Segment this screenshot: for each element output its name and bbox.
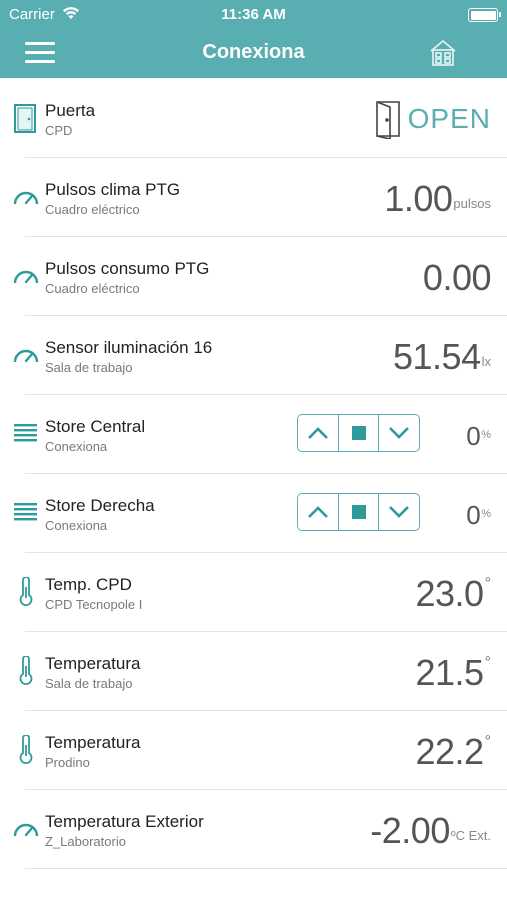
gauge-icon <box>13 261 39 291</box>
item-value: 0 <box>466 421 481 451</box>
blinds-icon <box>13 498 39 528</box>
list-item-pulsos-clima[interactable]: Pulsos clima PTG Cuadro eléctrico 1.00 pu… <box>0 158 507 237</box>
list-item-store-central[interactable]: Store Central Conexiona 0% <box>0 395 507 474</box>
item-subtitle: Sala de trabajo <box>45 360 133 375</box>
list-item-temp-cpd[interactable]: Temp. CPD CPD Tecnopole I 23.0 ° <box>0 553 507 632</box>
item-unit: ºC Ext. <box>450 828 491 843</box>
item-subtitle: CPD Tecnopole I <box>45 597 143 612</box>
item-unit: lx <box>481 354 491 369</box>
list-item-temperatura-exterior[interactable]: Temperatura Exterior Z_Laboratorio -2.00… <box>0 790 507 869</box>
item-title: Puerta <box>45 101 96 120</box>
gauge-icon <box>13 340 39 370</box>
item-unit: % <box>481 429 491 441</box>
item-subtitle: CPD <box>45 123 73 138</box>
blind-up-button[interactable] <box>298 494 338 530</box>
item-value: 0 <box>466 500 481 530</box>
item-subtitle: Prodino <box>45 755 90 770</box>
item-value: 51.54 <box>393 336 481 377</box>
thermometer-icon <box>13 655 39 686</box>
stop-icon <box>351 426 366 440</box>
item-subtitle: Cuadro eléctrico <box>45 281 140 296</box>
item-unit: ° <box>484 654 491 671</box>
list-item-temperatura-sala[interactable]: Temperatura Sala de trabajo 21.5 ° <box>0 632 507 711</box>
item-title: Pulsos consumo PTG <box>45 259 210 278</box>
blind-control <box>297 493 420 531</box>
item-title: Temperatura <box>45 733 141 752</box>
battery-icon <box>468 8 501 22</box>
stop-icon <box>351 505 366 519</box>
item-value: 1.00 <box>384 178 453 219</box>
item-title: Temp. CPD <box>45 575 132 594</box>
item-subtitle: Z_Laboratorio <box>45 834 126 849</box>
status-bar: Carrier 11:36 AM <box>0 0 507 30</box>
door-state: OPEN <box>407 103 491 134</box>
blind-down-button[interactable] <box>378 415 419 451</box>
list-item-store-derecha[interactable]: Store Derecha Conexiona 0% <box>0 474 507 553</box>
blind-up-button[interactable] <box>298 415 338 451</box>
item-unit: ° <box>484 733 491 750</box>
item-title: Pulsos clima PTG <box>45 180 181 199</box>
blind-control <box>297 414 420 452</box>
clock: 11:36 AM <box>221 6 286 23</box>
list-item-temperatura-prodino[interactable]: Temperatura Prodino 22.2 ° <box>0 711 507 790</box>
item-subtitle: Cuadro eléctrico <box>45 202 140 217</box>
blinds-icon <box>13 419 39 449</box>
item-title: Sensor iluminación 16 <box>45 338 213 357</box>
item-title: Temperatura Exterior <box>45 812 204 831</box>
row-divider <box>25 868 507 869</box>
item-unit: pulsos <box>453 196 491 211</box>
thermometer-icon <box>13 734 39 765</box>
list-item-sensor-iluminacion[interactable]: Sensor iluminación 16 Sala de trabajo 51… <box>0 316 507 395</box>
blind-stop-button[interactable] <box>337 494 379 530</box>
gauge-icon <box>13 814 39 844</box>
item-value: 21.5 <box>415 652 485 693</box>
blind-stop-button[interactable] <box>337 415 379 451</box>
door-icon <box>13 103 39 133</box>
item-value: 0.00 <box>422 257 492 298</box>
door-open-icon <box>373 99 403 141</box>
item-subtitle: Conexiona <box>45 518 108 533</box>
item-title: Store Central <box>45 417 146 436</box>
device-list: Puerta CPD OPEN Pulsos clima PTG Cuadro … <box>0 79 507 869</box>
item-value: -2.00 <box>370 810 450 851</box>
gauge-icon <box>13 182 39 212</box>
item-subtitle: Conexiona <box>45 439 108 454</box>
item-subtitle: Sala de trabajo <box>45 676 133 691</box>
list-item-pulsos-consumo[interactable]: Pulsos consumo PTG Cuadro eléctrico 0.00 <box>0 237 507 316</box>
item-title: Temperatura <box>45 654 141 673</box>
thermometer-icon <box>13 576 39 607</box>
item-value: 23.0 <box>415 573 485 614</box>
list-item-puerta[interactable]: Puerta CPD OPEN <box>0 79 507 158</box>
item-unit: % <box>481 508 491 520</box>
home-icon[interactable] <box>428 38 458 68</box>
blind-down-button[interactable] <box>378 494 419 530</box>
item-unit: ° <box>484 575 491 592</box>
nav-bar: Conexiona <box>0 30 507 78</box>
item-value: 22.2 <box>415 731 485 772</box>
item-title: Store Derecha <box>45 496 155 515</box>
